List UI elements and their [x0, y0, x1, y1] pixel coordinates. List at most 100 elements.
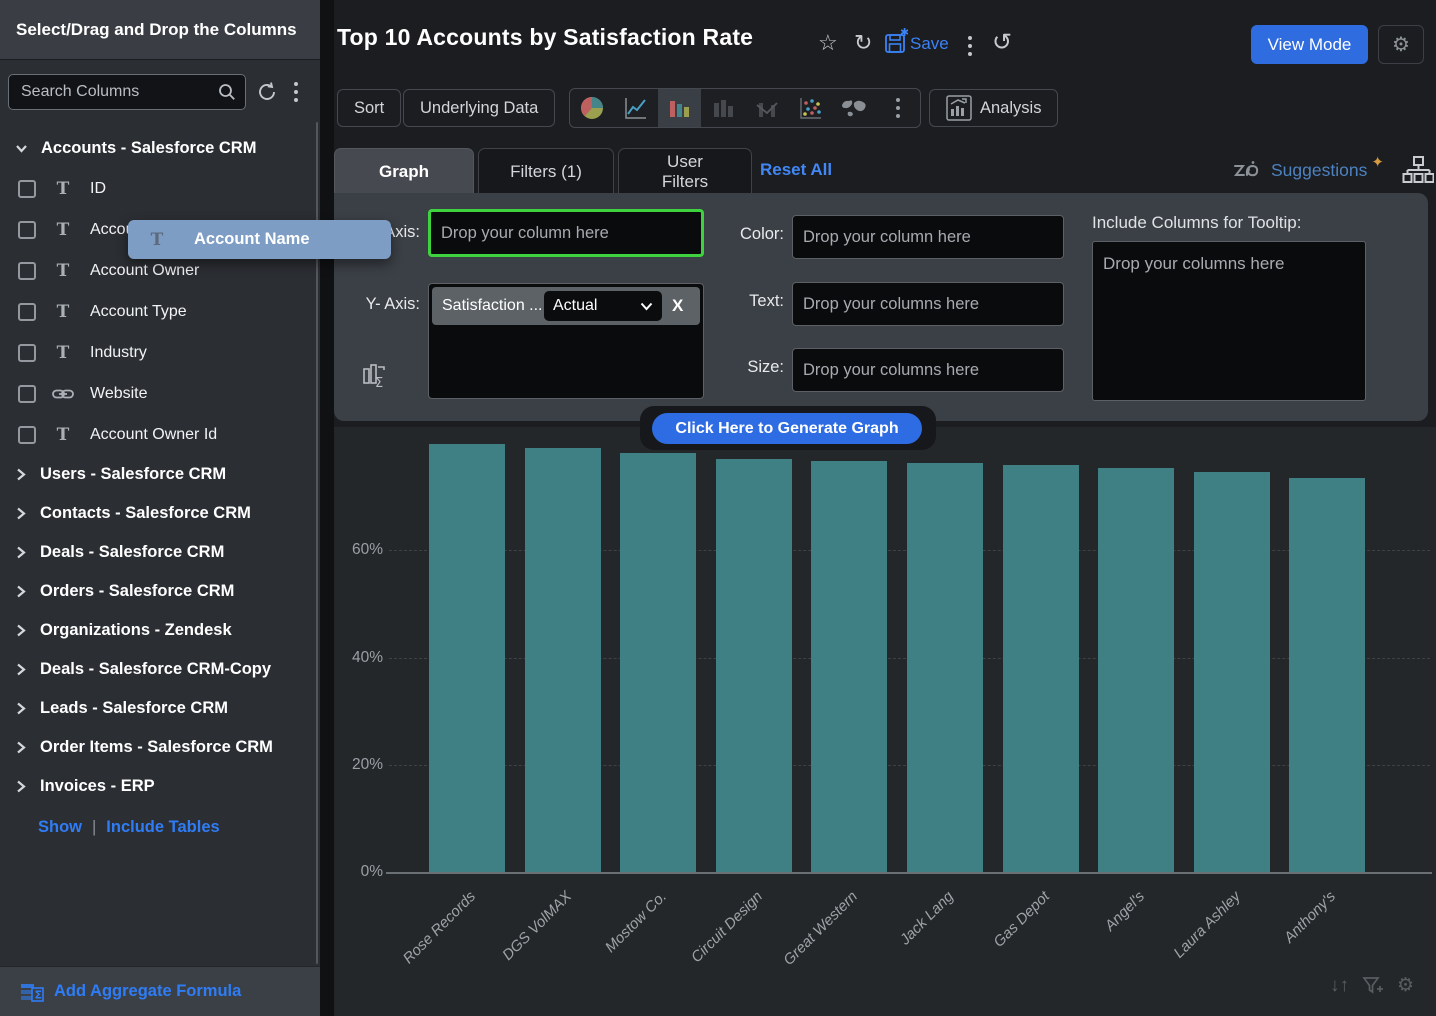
aggregate-bars-icon[interactable]: Σ — [362, 361, 388, 389]
refresh-icon[interactable]: ↻ — [854, 30, 872, 56]
search-input[interactable] — [8, 74, 246, 110]
include-tables-link[interactable]: Include Tables — [106, 818, 219, 837]
chart-type-scatter-icon[interactable] — [789, 89, 833, 127]
sidebar-table-collapsed[interactable]: Orders - Salesforce CRM — [0, 572, 316, 611]
chart-type-combo-icon[interactable] — [745, 89, 789, 127]
sort-button[interactable]: Sort — [337, 89, 401, 127]
chart-type-switcher — [569, 88, 921, 128]
drag-ghost-account-name[interactable]: T Account Name — [128, 220, 391, 259]
chevron-right-icon — [14, 701, 28, 716]
sidebar-table-collapsed[interactable]: Deals - Salesforce CRM — [0, 533, 316, 572]
column-checkbox[interactable] — [18, 303, 36, 321]
hierarchy-icon[interactable] — [1402, 155, 1434, 185]
table-label: Deals - Salesforce CRM — [40, 543, 224, 562]
underlying-data-button[interactable]: Underlying Data — [403, 89, 555, 127]
bar-Circuit Design[interactable] — [716, 459, 792, 872]
bar-Angel's[interactable] — [1098, 468, 1174, 872]
column-label: ID — [90, 180, 106, 198]
table-label: Leads - Salesforce CRM — [40, 699, 228, 718]
column-checkbox[interactable] — [18, 426, 36, 444]
settings-gear-icon[interactable]: ⚙ — [1378, 25, 1424, 64]
show-link[interactable]: Show — [38, 818, 82, 837]
column-checkbox[interactable] — [18, 262, 36, 280]
tab-user-filters[interactable]: User Filters — [618, 148, 752, 194]
color-dropzone[interactable]: Drop your column here — [792, 215, 1064, 259]
sidebar-links: Show | Include Tables — [0, 806, 316, 837]
y-axis-dropzone[interactable]: Satisfaction ... Actual X — [428, 283, 704, 399]
sidebar-table-collapsed[interactable]: Contacts - Salesforce CRM — [0, 494, 316, 533]
color-placeholder: Drop your column here — [803, 228, 971, 247]
column-checkbox[interactable] — [18, 221, 36, 239]
chart-sort-icon[interactable]: ↓↑ — [1330, 975, 1349, 997]
view-mode-button[interactable]: View Mode — [1251, 25, 1368, 64]
sidebar-table-collapsed[interactable]: Organizations - Zendesk — [0, 611, 316, 650]
bar-Gas Depot[interactable] — [1003, 465, 1079, 872]
zia-suggestions[interactable]: Suggestions ✦ — [1233, 155, 1434, 185]
analytics-app: Select/Drag and Drop the Columns — [0, 0, 1436, 1016]
sidebar-table-collapsed[interactable]: Leads - Salesforce CRM — [0, 689, 316, 728]
column-item[interactable]: TAccount Type — [0, 291, 316, 332]
bar-Great Western[interactable] — [811, 461, 887, 872]
sidebar-search-row — [0, 60, 320, 120]
column-checkbox[interactable] — [18, 180, 36, 198]
tab-filters[interactable]: Filters (1) — [478, 148, 614, 194]
sidebar-table-collapsed[interactable]: Order Items - Salesforce CRM — [0, 728, 316, 767]
column-item[interactable]: TAccount Owner Id — [0, 414, 316, 455]
bar-Mostow Co.[interactable] — [620, 453, 696, 872]
add-aggregate-formula-bar[interactable]: Σ Add Aggregate Formula — [0, 966, 320, 1016]
column-item[interactable]: Website — [0, 373, 316, 414]
color-label: Color: — [698, 225, 784, 244]
generate-graph-button[interactable]: Click Here to Generate Graph — [652, 413, 922, 444]
y-tick-label: 20% — [333, 756, 383, 774]
aggregation-value: Actual — [553, 297, 597, 315]
sidebar-table-collapsed[interactable]: Deals - Salesforce CRM-Copy — [0, 650, 316, 689]
chevron-right-icon — [14, 545, 28, 560]
bar-Anthony's[interactable] — [1289, 478, 1365, 872]
chart-type-map-icon[interactable] — [833, 89, 877, 127]
column-checkbox[interactable] — [18, 385, 36, 403]
tooltip-columns-dropzone[interactable]: Drop your columns here — [1092, 241, 1366, 401]
chart-filter-icon[interactable] — [1362, 976, 1384, 996]
chevron-right-icon — [14, 467, 28, 482]
text-label: Text: — [698, 292, 784, 311]
chart-type-more-icon[interactable] — [876, 89, 920, 127]
bar-Laura Ashley[interactable] — [1194, 472, 1270, 872]
undo-icon[interactable]: ↺ — [992, 30, 1012, 56]
title-more-options-icon[interactable] — [962, 34, 978, 58]
save-button[interactable]: ✱ Save — [884, 28, 949, 54]
sidebar-table-accounts[interactable]: Accounts - Salesforce CRM — [0, 128, 316, 168]
chart-type-stacked-bar-icon[interactable] — [701, 89, 745, 127]
sidebar-table-collapsed[interactable]: Invoices - ERP — [0, 767, 316, 806]
column-label: Account Owner — [90, 262, 199, 280]
analysis-button[interactable]: Analysis — [929, 89, 1058, 127]
chart-type-bar-icon[interactable] — [658, 89, 702, 127]
text-type-icon: T — [52, 220, 74, 240]
sidebar-refresh-icon[interactable] — [256, 81, 278, 103]
aggregation-select[interactable]: Actual — [544, 291, 662, 321]
chart-type-pie-icon[interactable] — [570, 89, 614, 127]
svg-text:Σ: Σ — [375, 376, 383, 389]
x-axis-dropzone[interactable]: Drop your column here — [428, 209, 704, 257]
column-item[interactable]: TIndustry — [0, 332, 316, 373]
text-type-icon: T — [52, 343, 74, 363]
column-item[interactable]: TID — [0, 168, 316, 209]
remove-column-icon[interactable]: X — [672, 296, 683, 316]
sidebar-more-options-icon[interactable] — [288, 80, 304, 104]
bar-Jack Lang[interactable] — [907, 463, 983, 872]
reset-all-link[interactable]: Reset All — [760, 160, 832, 180]
sidebar-table-collapsed[interactable]: Users - Salesforce CRM — [0, 455, 316, 494]
chart-settings-gear-icon[interactable]: ⚙ — [1397, 974, 1414, 997]
column-label: Account Owner Id — [90, 426, 217, 444]
report-title: Top 10 Accounts by Satisfaction Rate — [337, 24, 753, 51]
chart-type-line-icon[interactable] — [614, 89, 658, 127]
y-tick-label: 0% — [333, 863, 383, 881]
text-dropzone[interactable]: Drop your columns here — [792, 282, 1064, 326]
text-type-icon: T — [146, 230, 168, 250]
size-dropzone[interactable]: Drop your columns here — [792, 348, 1064, 392]
tab-graph[interactable]: Graph — [334, 148, 474, 194]
column-checkbox[interactable] — [18, 344, 36, 362]
bar-DGS VolMAX[interactable] — [525, 448, 601, 872]
bar-Rose Records[interactable] — [429, 444, 505, 872]
y-axis-column-pill[interactable]: Satisfaction ... Actual X — [432, 287, 700, 325]
favorite-star-icon[interactable]: ☆ — [818, 30, 838, 56]
